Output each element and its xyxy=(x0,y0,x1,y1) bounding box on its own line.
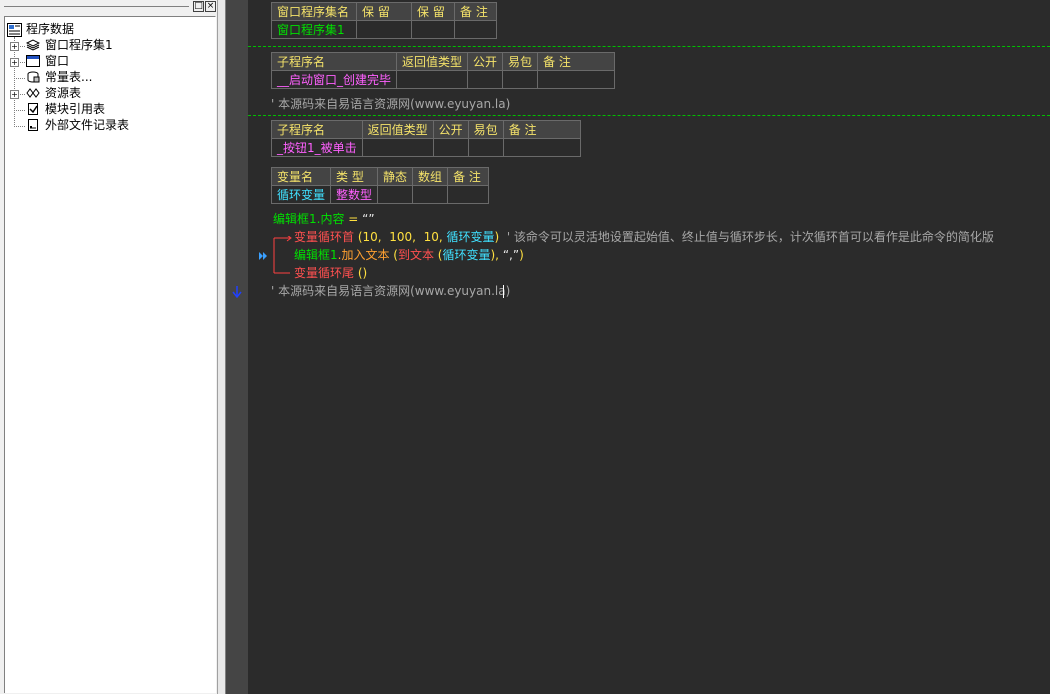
table-cell[interactable] xyxy=(447,185,490,204)
table-cell[interactable] xyxy=(412,185,449,204)
project-tree[interactable]: 程序数据 + 窗口程序集1 + 窗口 常量表... + 资源表 模块引用表 外部… xyxy=(4,16,216,693)
tree-item-module-ref[interactable]: 模块引用表 xyxy=(45,101,105,117)
code-variable: 循环变量 xyxy=(442,248,491,262)
code-line[interactable]: 编辑框1.内容 = “” xyxy=(273,211,375,227)
table-header: 公开 xyxy=(432,120,469,139)
panel-titlebar: □ × xyxy=(0,0,220,12)
code-keyword: 变量循环首 xyxy=(294,230,355,244)
code-operator: = xyxy=(344,212,363,226)
editor-gutter xyxy=(226,0,248,694)
window-icon xyxy=(26,55,40,67)
table-header: 变量名 xyxy=(270,167,332,186)
table-cell[interactable] xyxy=(467,70,504,89)
code-line[interactable]: 变量循环尾 () xyxy=(294,265,367,281)
table-cell[interactable] xyxy=(502,138,581,157)
panel-splitter[interactable] xyxy=(217,0,226,694)
table-header: 备 注 xyxy=(447,167,490,186)
code-paren: ), xyxy=(490,248,500,262)
table-cell[interactable] xyxy=(377,185,414,204)
subroutine-name-cell[interactable]: _按钮1_被单击 xyxy=(271,138,363,157)
table-header: 易包 xyxy=(502,52,539,71)
code-paren: ( xyxy=(389,248,398,262)
constants-icon xyxy=(27,71,40,83)
project-panel: □ × 程序数据 + 窗口程序集1 + 窗口 常量表... + 资源表 模块引用… xyxy=(0,0,226,694)
table-cell[interactable] xyxy=(502,70,539,89)
table-header: 保 留 xyxy=(411,2,455,21)
code-editor[interactable]: 窗口程序集名 保 留 保 留 备 注 窗口程序集1 子程序名 返回值类型 公开 … xyxy=(248,0,1050,694)
loop-bracket xyxy=(273,236,292,274)
code-paren: ) xyxy=(519,248,524,262)
subroutine-table: 子程序名 返回值类型 公开 易包 备 注 __启动窗口_创建完毕 xyxy=(270,52,616,89)
expand-toggle[interactable]: + xyxy=(10,58,19,67)
tree-item-assembly[interactable]: 窗口程序集1 xyxy=(45,37,113,53)
subroutine-table: 子程序名 返回值类型 公开 易包 备 注 _按钮1_被单击 xyxy=(271,120,581,157)
table-cell[interactable] xyxy=(432,138,469,157)
resources-icon xyxy=(26,88,40,98)
table-header: 子程序名 xyxy=(271,120,363,139)
text-cursor xyxy=(503,285,504,298)
code-method: .加入文本 xyxy=(337,248,390,262)
down-arrow-icon xyxy=(232,286,242,298)
code-comment[interactable]: ' 本源码来自易语言资源网(www.eyuyan.la) xyxy=(271,96,510,112)
variable-table: 变量名 类 型 静态 数组 备 注 循环变量 整数型 xyxy=(270,167,490,204)
tree-item-resources[interactable]: 资源表 xyxy=(45,85,81,101)
code-variable: 循环变量 xyxy=(446,230,495,244)
table-cell[interactable] xyxy=(537,70,616,89)
table-cell[interactable] xyxy=(467,138,504,157)
assembly-icon xyxy=(26,39,40,51)
external-file-icon xyxy=(28,119,38,131)
code-target: 编辑框1.内容 xyxy=(273,212,345,226)
code-line[interactable]: 变量循环首 (10, 100, 10, 循环变量) ' 该命令可以灵活地设置起始… xyxy=(294,229,994,245)
table-header: 返回值类型 xyxy=(361,120,434,139)
assembly-name-cell[interactable]: 窗口程序集1 xyxy=(271,20,357,39)
table-header: 保 留 xyxy=(356,2,412,21)
assembly-table: 窗口程序集名 保 留 保 留 备 注 窗口程序集1 xyxy=(271,2,497,39)
tree-root-label[interactable]: 程序数据 xyxy=(26,21,74,37)
code-comment[interactable]: ' 本源码来自易语言资源网(www.eyuyan.la) xyxy=(271,283,510,299)
execution-arrow-icon xyxy=(259,252,267,260)
section-separator xyxy=(248,115,1050,116)
code-keyword: 变量循环尾 xyxy=(294,266,355,280)
tree-item-constants[interactable]: 常量表... xyxy=(45,69,92,85)
code-args: () xyxy=(354,266,368,280)
expand-toggle[interactable]: + xyxy=(10,42,19,51)
table-cell[interactable] xyxy=(356,20,412,39)
variable-name-cell[interactable]: 循环变量 xyxy=(270,185,332,204)
subroutine-name-cell[interactable]: __启动窗口_创建完毕 xyxy=(270,70,398,89)
table-header: 子程序名 xyxy=(270,52,398,71)
table-header: 易包 xyxy=(467,120,504,139)
table-header: 类 型 xyxy=(330,167,379,186)
table-header: 备 注 xyxy=(537,52,616,71)
code-function: 到文本 xyxy=(397,248,434,262)
table-cell[interactable] xyxy=(454,20,497,39)
table-header: 数组 xyxy=(412,167,449,186)
code-object: 编辑框1 xyxy=(294,248,338,262)
restore-button[interactable]: □ xyxy=(193,1,204,12)
close-button[interactable]: × xyxy=(205,1,216,12)
table-header: 返回值类型 xyxy=(396,52,469,71)
table-header: 公开 xyxy=(467,52,504,71)
code-comment: ' 该命令可以灵活地设置起始值、终止值与循环步长，计次循环首可以看作是此命令的简… xyxy=(499,230,994,244)
table-cell[interactable] xyxy=(396,70,469,89)
table-cell[interactable] xyxy=(361,138,434,157)
code-args: (10, 100, 10, xyxy=(354,230,447,244)
table-header: 备 注 xyxy=(502,120,581,139)
program-data-icon xyxy=(7,23,22,37)
table-cell[interactable] xyxy=(411,20,455,39)
variable-type-cell[interactable]: 整数型 xyxy=(330,185,379,204)
table-header: 静态 xyxy=(377,167,414,186)
expand-toggle[interactable]: + xyxy=(10,90,19,99)
code-line[interactable]: 编辑框1.加入文本 (到文本 (循环变量), “,”) xyxy=(294,247,524,263)
module-ref-icon xyxy=(28,103,38,115)
code-string: “,” xyxy=(499,248,520,262)
tree-item-external-files[interactable]: 外部文件记录表 xyxy=(45,117,129,133)
table-header: 窗口程序集名 xyxy=(271,2,357,21)
tree-item-window[interactable]: 窗口 xyxy=(45,53,69,69)
code-string: “” xyxy=(362,212,375,226)
section-separator xyxy=(248,46,1050,47)
table-header: 备 注 xyxy=(454,2,497,21)
